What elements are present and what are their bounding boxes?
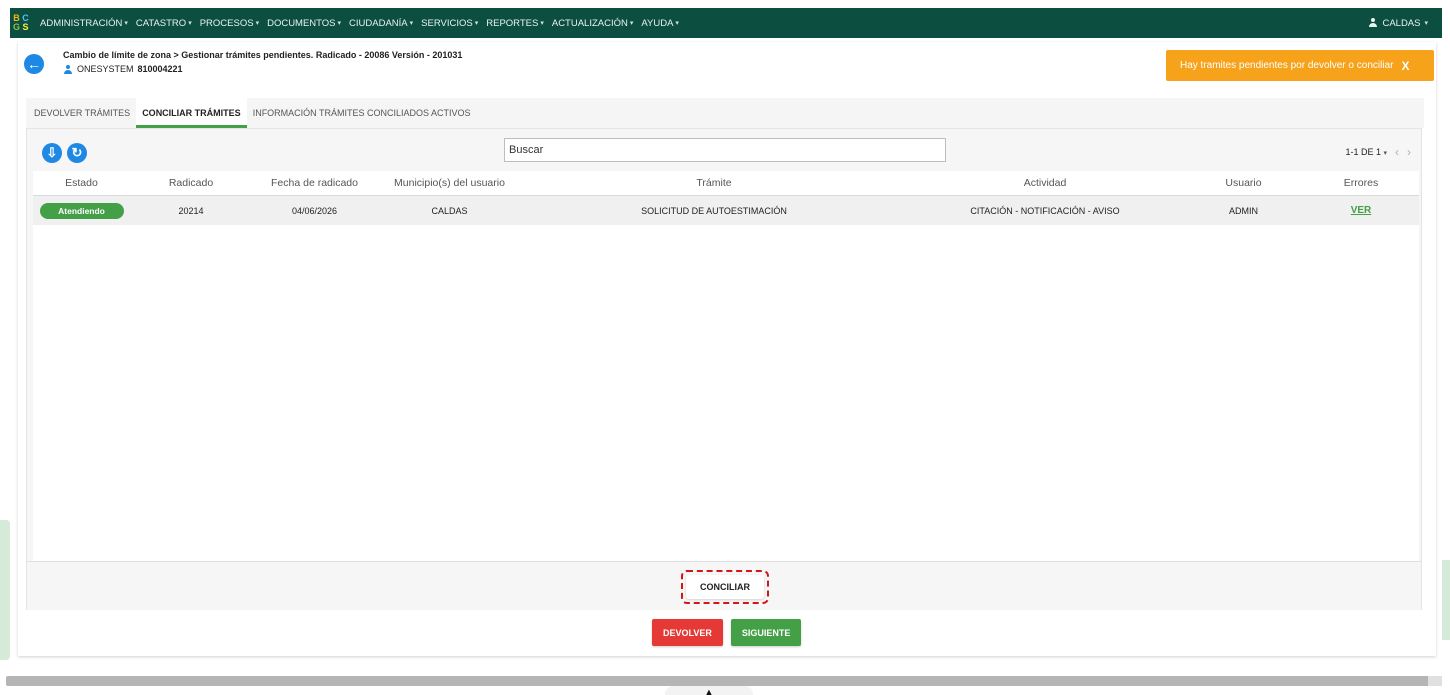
prev-page-icon[interactable]: ‹	[1395, 145, 1399, 159]
tab-informacion-tramites[interactable]: INFORMACIÓN TRÁMITES CONCILIADOS ACTIVOS	[247, 98, 477, 128]
column-header[interactable]: Estado	[33, 177, 130, 189]
column-header[interactable]: Radicado	[130, 177, 252, 189]
menu-label: PROCESOS	[199, 17, 254, 29]
menu-administracion[interactable]: ADMINISTRACIÓN ▾	[40, 18, 128, 29]
menu-label: REPORTES	[486, 17, 539, 29]
caret-down-icon: ▾	[337, 20, 342, 27]
scroll-up-arrow-icon[interactable]: ▲	[665, 686, 753, 695]
siguiente-button[interactable]: SIGUIENTE	[730, 619, 802, 646]
main-menu: ADMINISTRACIÓN ▾ CATASTRO ▾ PROCESOS ▾ DOCU…	[40, 18, 679, 29]
alert-text: Hay tramites pendientes por devolver o c…	[1180, 60, 1394, 71]
subtitle-label: ONESYSTEM	[77, 64, 134, 74]
menu-reportes[interactable]: REPORTES ▾	[486, 18, 544, 29]
actividad-cell: CITACIÓN - NOTIFICACIÓN - AVISO	[970, 205, 1120, 216]
caret-down-icon: ▾	[474, 20, 479, 27]
horizontal-scrollbar[interactable]	[6, 676, 1440, 686]
conciliar-button[interactable]: CONCILIAR	[686, 575, 764, 599]
pager-range: 1-1 DE 1	[1345, 147, 1381, 157]
table-panel: ⇩ ↻ Buscar 1-1 DE 1 ▾ ‹ › Estado Radicad…	[26, 128, 1422, 610]
usuario-cell: ADMIN	[1229, 205, 1258, 216]
search-input[interactable]: Buscar	[504, 138, 946, 162]
menu-label: AYUDA	[641, 17, 674, 29]
logo-letter: S	[22, 22, 29, 32]
ver-errores-link[interactable]: VER	[1351, 205, 1372, 216]
user-menu[interactable]: CALDAS ▾	[1368, 18, 1428, 29]
download-icon[interactable]: ⇩	[42, 143, 62, 163]
caret-down-icon: ▾	[255, 20, 260, 27]
column-header[interactable]: Fecha de radicado	[252, 177, 377, 189]
pending-alert: Hay tramites pendientes por devolver o c…	[1166, 50, 1434, 81]
menu-documentos[interactable]: DOCUMENTOS ▾	[267, 18, 341, 29]
menu-ciudadania[interactable]: CIUDADANÍA ▾	[349, 18, 413, 29]
user-label: CALDAS	[1382, 17, 1421, 29]
caret-down-icon: ▾	[124, 20, 128, 27]
app-logo[interactable]: B C G S	[12, 14, 30, 32]
person-icon	[63, 64, 73, 74]
menu-catastro[interactable]: CATASTRO ▾	[136, 18, 192, 29]
menu-label: ADMINISTRACIÓN	[40, 17, 123, 29]
caret-down-icon: ▾	[409, 20, 414, 27]
logo-letter: G	[12, 22, 20, 32]
background-decor-left	[0, 520, 10, 660]
estado-cell: Atendiendo	[33, 202, 130, 219]
menu-label: SERVICIOS	[421, 17, 473, 29]
errores-cell: VER	[1303, 205, 1419, 216]
devolver-button[interactable]: DEVOLVER	[652, 619, 723, 646]
menu-servicios[interactable]: SERVICIOS ▾	[421, 18, 478, 29]
refresh-icon[interactable]: ↻	[67, 143, 87, 163]
back-arrow-button[interactable]: ←	[24, 54, 44, 74]
column-header[interactable]: Errores	[1303, 177, 1419, 189]
menu-label: CIUDADANÍA	[349, 17, 408, 29]
next-page-icon[interactable]: ›	[1407, 145, 1411, 159]
tab-devolver-tramites[interactable]: DEVOLVER TRÁMITES	[28, 98, 136, 128]
menu-label: DOCUMENTOS	[267, 17, 336, 29]
menu-label: ACTUALIZACIÓN	[551, 17, 628, 29]
column-header[interactable]: Trámite	[522, 177, 906, 189]
tramite-cell: SOLICITUD DE AUTOESTIMACIÓN	[641, 205, 787, 216]
tabs-bar: DEVOLVER TRÁMITES CONCILIAR TRÁMITES INF…	[28, 98, 477, 128]
menu-ayuda[interactable]: AYUDA ▾	[641, 18, 679, 29]
caret-down-icon: ▾	[1424, 20, 1428, 27]
panel-footer: CONCILIAR	[27, 561, 1421, 610]
close-icon[interactable]: X	[1401, 59, 1409, 73]
page-title: Cambio de límite de zona > Gestionar trá…	[63, 50, 463, 60]
status-badge: Atendiendo	[39, 202, 124, 219]
column-header[interactable]: Municipio(s) del usuario	[377, 177, 522, 189]
conciliar-highlight: CONCILIAR	[681, 570, 769, 604]
table-header: Estado Radicado Fecha de radicado Munici…	[33, 171, 1419, 195]
column-header[interactable]: Actividad	[906, 177, 1184, 189]
caret-down-icon: ▾	[1383, 150, 1387, 157]
caret-down-icon: ▾	[629, 20, 634, 27]
caret-down-icon: ▾	[540, 20, 544, 27]
menu-actualizacion[interactable]: ACTUALIZACIÓN ▾	[552, 18, 634, 29]
pagination: 1-1 DE 1 ▾ ‹ ›	[1345, 145, 1411, 159]
footer-actions: DEVOLVER SIGUIENTE	[652, 619, 802, 646]
menu-procesos[interactable]: PROCESOS ▾	[200, 18, 259, 29]
radicado-cell: 20214	[178, 205, 204, 216]
page-subtitle: ONESYSTEM 810004221	[63, 64, 183, 74]
fecha-cell: 04/06/2026	[291, 205, 338, 216]
caret-down-icon: ▾	[188, 20, 192, 27]
column-header[interactable]: Usuario	[1184, 177, 1303, 189]
top-navbar: B C G S ADMINISTRACIÓN ▾ CATASTRO ▾ PROCES…	[10, 8, 1442, 38]
background-decor-right	[1442, 560, 1450, 640]
pager-range-select[interactable]: 1-1 DE 1 ▾	[1345, 147, 1387, 157]
tab-conciliar-tramites[interactable]: CONCILIAR TRÁMITES	[136, 98, 247, 128]
scrollbar-track-end	[1428, 676, 1442, 686]
municipio-cell: CALDAS	[431, 205, 468, 216]
caret-down-icon: ▾	[675, 20, 679, 27]
tramites-table: Estado Radicado Fecha de radicado Munici…	[33, 171, 1419, 561]
page-card: ← Cambio de límite de zona > Gestionar t…	[18, 42, 1436, 656]
menu-label: CATASTRO	[135, 17, 187, 29]
user-icon	[1368, 18, 1378, 28]
subtitle-value: 810004221	[137, 64, 183, 74]
table-row[interactable]: Atendiendo 20214 04/06/2026 CALDAS SOLIC…	[33, 195, 1419, 225]
